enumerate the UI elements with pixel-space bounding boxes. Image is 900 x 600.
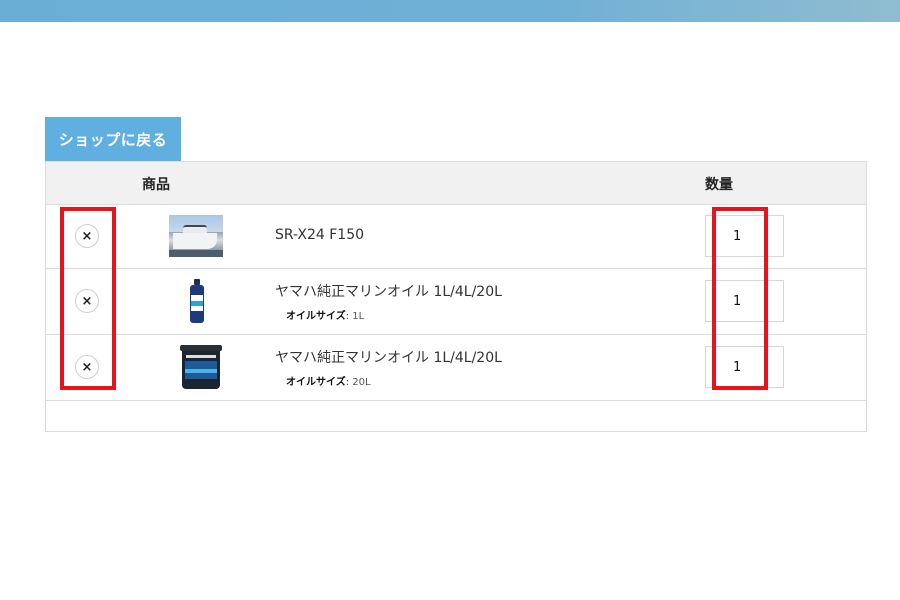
variation-label: オイルサイズ xyxy=(286,377,346,388)
oil-pail-thumbnail[interactable] xyxy=(180,345,222,389)
item-variation: オイルサイズ: 20L xyxy=(286,373,371,388)
close-icon: × xyxy=(81,359,93,375)
table-header: 商品 数量 xyxy=(46,162,866,205)
item-variation: オイルサイズ: 1L xyxy=(286,307,364,322)
cart-row: × SR-X24 F150 xyxy=(46,205,866,269)
cart-row: × ヤマハ純正マリンオイル 1L/4L/20L オイルサイズ: 1L xyxy=(46,269,866,335)
column-header-quantity: 数量 xyxy=(705,177,733,193)
column-header-product: 商品 xyxy=(142,177,170,193)
table-footer-row xyxy=(46,401,866,431)
top-header-bar xyxy=(0,0,900,22)
back-to-shop-button[interactable]: ショップに戻る xyxy=(45,117,181,161)
close-icon: × xyxy=(81,293,93,309)
variation-label: オイルサイズ xyxy=(286,311,346,322)
quantity-input[interactable] xyxy=(705,215,784,257)
quantity-input[interactable] xyxy=(705,280,784,322)
item-name-link[interactable]: ヤマハ純正マリンオイル 1L/4L/20L xyxy=(275,347,502,367)
quantity-input[interactable] xyxy=(705,346,784,388)
remove-item-button[interactable]: × xyxy=(75,355,99,379)
item-name-link[interactable]: ヤマハ純正マリンオイル 1L/4L/20L xyxy=(275,281,502,301)
cart-row: × ヤマハ純正マリンオイル 1L/4L/20L オイルサイズ: 20L xyxy=(46,335,866,401)
remove-item-button[interactable]: × xyxy=(75,289,99,313)
variation-value: : 1L xyxy=(345,311,365,322)
boat-thumbnail[interactable] xyxy=(169,215,223,257)
remove-item-button[interactable]: × xyxy=(75,224,99,248)
item-name-link[interactable]: SR-X24 F150 xyxy=(275,227,364,243)
variation-value: : 20L xyxy=(345,377,371,388)
cart-table: 商品 数量 × SR-X24 F150 × ヤマハ純正マリンオイル 1L/4L/… xyxy=(45,161,867,432)
close-icon: × xyxy=(81,228,93,244)
oil-bottle-thumbnail[interactable] xyxy=(188,279,206,324)
